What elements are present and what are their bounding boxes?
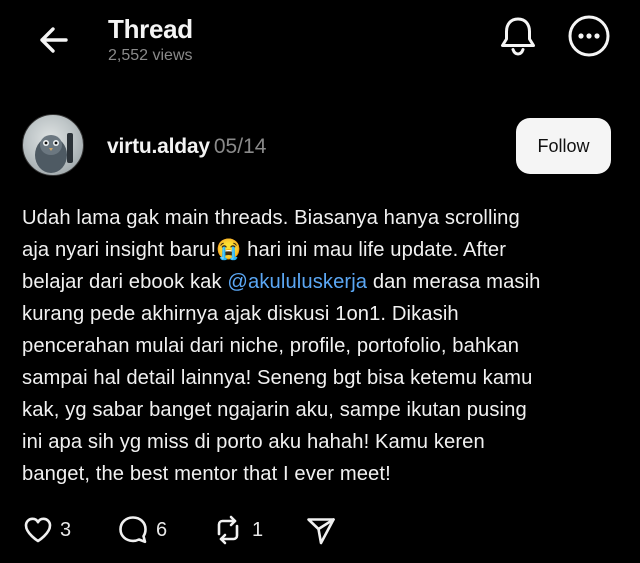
arrow-left-icon: [40, 27, 68, 53]
post-body-text-2: dan merasa masih kurang pede akhirnya aj…: [22, 271, 541, 485]
thread-header: Thread 2,552 views: [0, 0, 640, 80]
author-line: virtu.alday 05/14: [107, 134, 266, 160]
share-button[interactable]: [304, 510, 338, 550]
repost-button[interactable]: 1: [210, 510, 263, 550]
post-header: virtu.alday 05/14 Follow: [0, 110, 640, 185]
bell-icon: [501, 17, 535, 56]
heart-icon: [24, 517, 52, 543]
page-title: Thread: [108, 14, 193, 44]
repost-count: 1: [252, 518, 264, 541]
post-body: Udah lama gak main threads. Biasanya han…: [22, 202, 622, 490]
reply-count: 6: [156, 518, 168, 541]
avatar-image: [35, 133, 73, 173]
author-username[interactable]: virtu.alday: [107, 135, 210, 158]
repost-icon: [217, 515, 239, 545]
like-button[interactable]: 3: [22, 510, 71, 550]
reply-button[interactable]: 6: [116, 510, 167, 550]
more-horizontal-icon: [568, 15, 610, 57]
post-date: 05/14: [213, 135, 267, 158]
like-count: 3: [60, 518, 72, 541]
notifications-button[interactable]: [497, 13, 539, 57]
avatar[interactable]: [22, 114, 84, 176]
post-actions: 3 6 1: [0, 510, 640, 550]
comment-icon: [119, 516, 147, 544]
back-button[interactable]: [34, 20, 74, 60]
more-options-button[interactable]: [567, 14, 611, 58]
title-block: Thread 2,552 views: [108, 14, 193, 66]
follow-button[interactable]: Follow: [516, 118, 611, 174]
mention-link[interactable]: @akululuskerja: [227, 271, 367, 293]
view-count: 2,552 views: [108, 47, 193, 64]
send-icon: [307, 518, 335, 545]
